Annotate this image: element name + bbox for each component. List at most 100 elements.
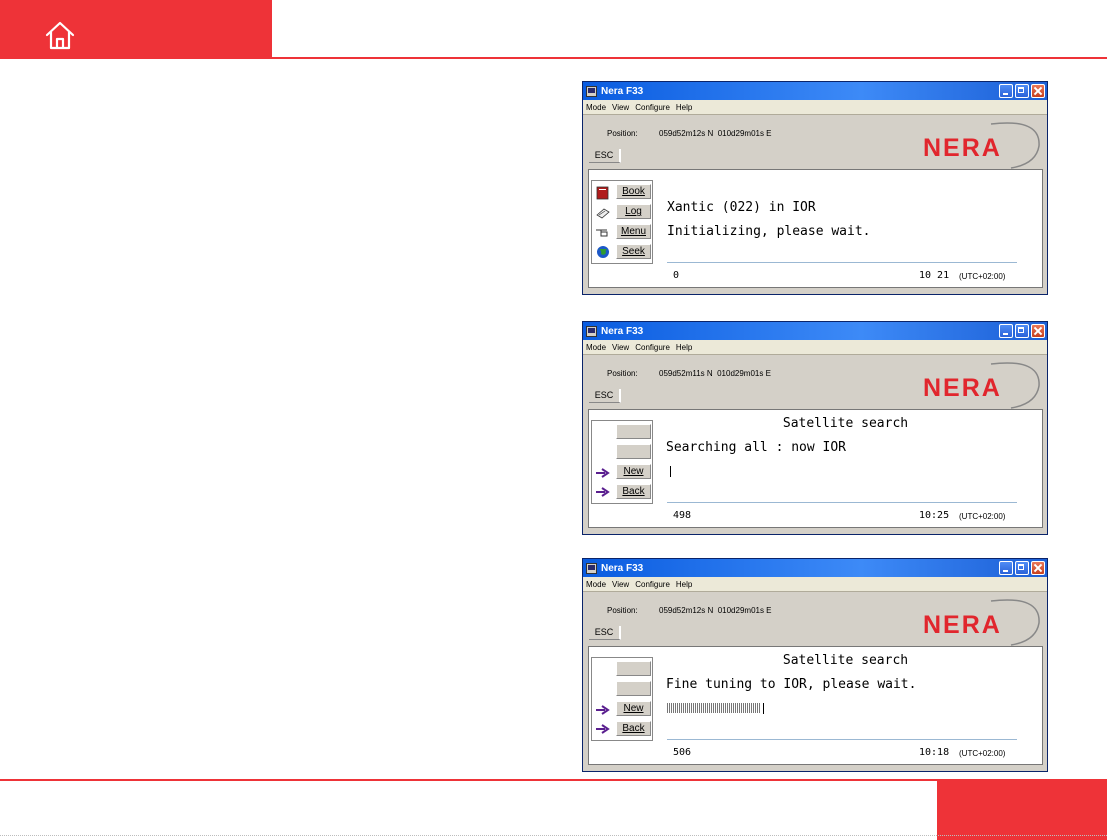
blank-softkey-2[interactable]	[616, 681, 651, 696]
log-icon	[596, 208, 610, 219]
esc-button[interactable]: ESC	[589, 149, 621, 163]
new-button[interactable]: New	[616, 701, 651, 716]
timezone: (UTC+02:00)	[959, 512, 1006, 521]
menu-configure[interactable]: Configure	[635, 580, 670, 589]
signal-value: 0	[673, 270, 680, 281]
app-icon	[586, 325, 597, 337]
softkey-group: New Back	[591, 657, 653, 741]
blank-softkey-1[interactable]	[616, 424, 651, 439]
signal-value: 498	[673, 510, 692, 521]
window-title: Nera F33	[601, 325, 644, 337]
menu-view[interactable]: View	[612, 103, 629, 112]
screen-heading: Satellite search	[782, 416, 909, 431]
nera-logo: NERA	[923, 362, 1040, 409]
globe-icon	[597, 246, 609, 258]
minimize-button[interactable]	[999, 324, 1013, 338]
menu-mode[interactable]: Mode	[586, 103, 606, 112]
status-message: Fine tuning to IOR, please wait.	[666, 677, 917, 692]
maximize-button[interactable]	[1015, 561, 1029, 575]
close-button[interactable]	[1031, 84, 1045, 98]
new-button[interactable]: New	[616, 464, 651, 479]
back-button[interactable]: Back	[616, 721, 651, 736]
nera-logo: NERA	[923, 122, 1040, 169]
app-icon	[586, 85, 597, 97]
menu-configure[interactable]: Configure	[635, 343, 670, 352]
arrow-right-icon	[596, 468, 610, 478]
nera-logo: NERA	[923, 599, 1040, 646]
menu-view[interactable]: View	[612, 343, 629, 352]
nera-window-2: Nera F33 Mode View Configure Help Positi…	[582, 321, 1048, 535]
minimize-button[interactable]	[999, 561, 1013, 575]
screen-heading: Satellite search	[782, 653, 909, 668]
header-tab	[0, 0, 272, 57]
footer-tab	[937, 781, 1107, 840]
menu-bar: Mode View Configure Help	[583, 100, 1047, 115]
clock-time: 10:25	[919, 510, 950, 521]
clock-time: 10:18	[919, 747, 950, 758]
status-message: Xantic (022) in IOR	[667, 200, 816, 215]
header-divider	[0, 57, 1107, 59]
progress-fill	[667, 703, 761, 713]
signal-value: 506	[673, 747, 692, 758]
close-button[interactable]	[1031, 324, 1045, 338]
display-panel: Book Log Menu Seek Xantic (022) in IOR I…	[588, 169, 1043, 288]
status-divider	[667, 262, 1017, 263]
window-title: Nera F33	[601, 85, 644, 97]
book-icon	[596, 186, 609, 200]
maximize-button[interactable]	[1015, 84, 1029, 98]
footer-dotted-rule	[0, 835, 1107, 837]
hand-pointer-icon	[596, 229, 608, 237]
position-label: Position:	[607, 369, 638, 378]
arrow-right-icon	[596, 724, 610, 734]
position-label: Position:	[607, 129, 638, 138]
progress-cursor	[670, 466, 671, 477]
menu-help[interactable]: Help	[676, 580, 692, 589]
home-icon[interactable]	[44, 20, 76, 50]
status-detail: Initializing, please wait.	[667, 224, 871, 239]
search-progress	[667, 466, 867, 477]
arrow-right-icon	[596, 487, 610, 497]
title-bar[interactable]: Nera F33	[583, 82, 1047, 100]
softkey-group: Book Log Menu Seek	[591, 180, 653, 264]
back-button[interactable]: Back	[616, 484, 651, 499]
position-value: 059d52m12s N 010d29m01s E	[659, 606, 772, 615]
close-button[interactable]	[1031, 561, 1045, 575]
menu-button[interactable]: Menu	[616, 224, 651, 239]
esc-button[interactable]: ESC	[589, 626, 621, 640]
title-bar[interactable]: Nera F33	[583, 322, 1047, 340]
timezone: (UTC+02:00)	[959, 749, 1006, 758]
menu-help[interactable]: Help	[676, 103, 692, 112]
softkey-group: New Back	[591, 420, 653, 504]
logo-text: NERA	[923, 134, 1002, 162]
blank-softkey-1[interactable]	[616, 661, 651, 676]
menu-bar: Mode View Configure Help	[583, 340, 1047, 355]
app-icon	[586, 562, 597, 574]
tuning-progress	[667, 703, 867, 714]
arrow-right-icon	[596, 705, 610, 715]
nera-window-3: Nera F33 Mode View Configure Help Positi…	[582, 558, 1048, 772]
maximize-button[interactable]	[1015, 324, 1029, 338]
title-bar[interactable]: Nera F33	[583, 559, 1047, 577]
menu-bar: Mode View Configure Help	[583, 577, 1047, 592]
minimize-button[interactable]	[999, 84, 1013, 98]
clock-time: 10 21	[919, 270, 950, 281]
position-value: 059d52m11s N 010d29m01s E	[659, 369, 771, 378]
position-value: 059d52m12s N 010d29m01s E	[659, 129, 772, 138]
progress-cursor	[763, 703, 764, 714]
esc-button[interactable]: ESC	[589, 389, 621, 403]
logo-text: NERA	[923, 611, 1002, 639]
display-panel: Satellite search New Back Searching all …	[588, 409, 1043, 528]
status-divider	[667, 502, 1017, 503]
menu-mode[interactable]: Mode	[586, 343, 606, 352]
position-label: Position:	[607, 606, 638, 615]
seek-button[interactable]: Seek	[616, 244, 651, 259]
menu-configure[interactable]: Configure	[635, 103, 670, 112]
menu-mode[interactable]: Mode	[586, 580, 606, 589]
menu-view[interactable]: View	[612, 580, 629, 589]
menu-help[interactable]: Help	[676, 343, 692, 352]
blank-softkey-2[interactable]	[616, 444, 651, 459]
book-button[interactable]: Book	[616, 184, 651, 199]
window-title: Nera F33	[601, 562, 644, 574]
logo-text: NERA	[923, 374, 1002, 402]
log-button[interactable]: Log	[616, 204, 651, 219]
